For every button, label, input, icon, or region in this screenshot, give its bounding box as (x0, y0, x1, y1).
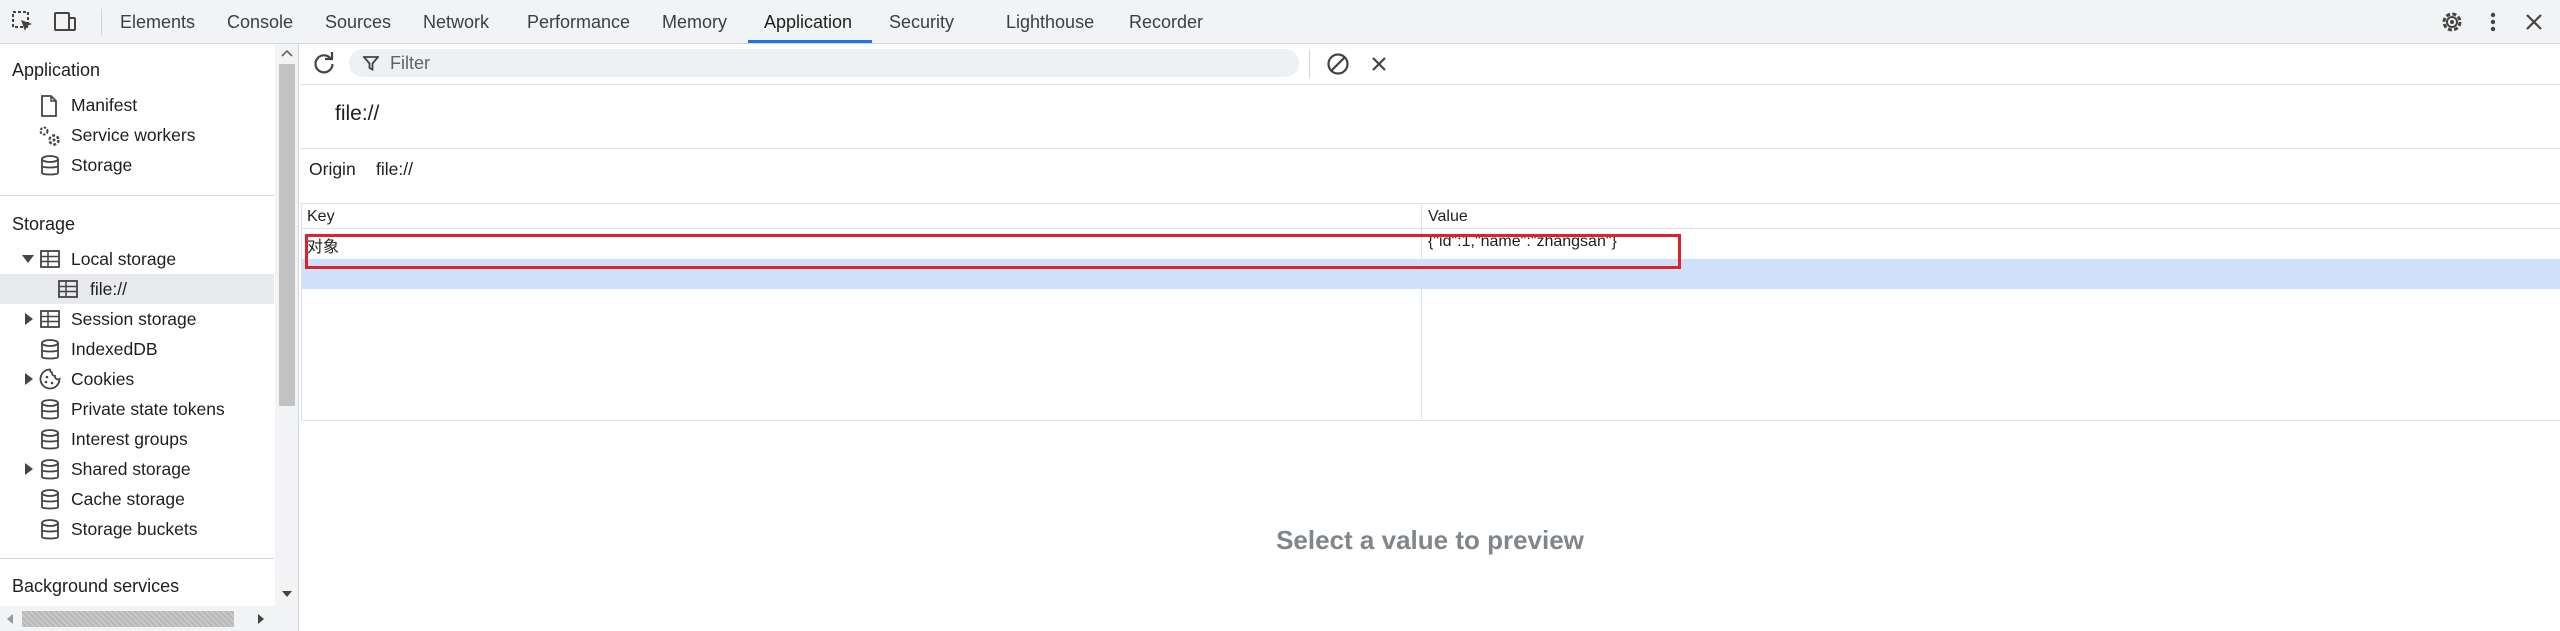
column-header-value[interactable]: Value (1428, 204, 1468, 228)
filter-placeholder: Filter (390, 53, 430, 73)
sidebar-item-label: Cookies (71, 369, 135, 389)
sidebar-item-label: Manifest (71, 95, 138, 115)
tab-performance[interactable]: Performance (527, 0, 630, 43)
tab-memory[interactable]: Memory (662, 0, 727, 43)
scrollbar-thumb[interactable] (22, 611, 234, 627)
scroll-down-icon[interactable] (281, 590, 293, 598)
database-icon (41, 339, 59, 360)
section-header-application: Application (12, 60, 101, 80)
origin-label: Origin (309, 159, 356, 179)
gear-icon[interactable] (2439, 9, 2465, 35)
value-preview-pane: Select a value to preview (300, 421, 2560, 631)
sidebar-horizontal-scrollbar[interactable] (0, 606, 275, 631)
sidebar-item-cache-storage[interactable]: Cache storage (0, 484, 274, 514)
sidebar-item-local-storage[interactable]: Local storage (0, 244, 274, 274)
active-tab-indicator (748, 40, 872, 43)
sidebar-item-label: Cache storage (71, 489, 185, 509)
preview-placeholder: Select a value to preview (1276, 525, 1584, 555)
sidebar-item-manifest[interactable]: Manifest (0, 90, 274, 120)
section-divider (0, 558, 274, 559)
column-header-key[interactable]: Key (307, 204, 335, 228)
expand-arrow-icon[interactable] (25, 463, 33, 475)
local-storage-panel: Filter file:// Origin file:// Key Value … (300, 44, 2560, 631)
section-header-background-services: Background services (12, 576, 180, 596)
sidebar-item-label: file:// (90, 279, 127, 299)
database-icon (41, 519, 59, 540)
table-icon (40, 310, 60, 328)
tab-security[interactable]: Security (889, 0, 954, 43)
tab-lighthouse[interactable]: Lighthouse (1006, 0, 1094, 43)
sidebar-item-indexeddb[interactable]: IndexedDB (0, 334, 274, 364)
service-workers-icon (39, 126, 60, 146)
sidebar-item-local-storage-file[interactable]: file:// (0, 274, 274, 304)
toolbar-separator (1309, 50, 1310, 78)
expand-arrow-icon[interactable] (25, 313, 33, 325)
tab-network[interactable]: Network (423, 0, 489, 43)
tab-sources[interactable]: Sources (325, 0, 391, 43)
sidebar-item-label: Session storage (71, 309, 197, 329)
table-icon (40, 250, 60, 268)
document-icon (41, 95, 57, 117)
sidebar-item-storage-buckets[interactable]: Storage buckets (0, 514, 274, 544)
database-icon (41, 429, 59, 450)
scroll-left-icon[interactable] (6, 613, 14, 625)
filter-input[interactable]: Filter (349, 49, 1299, 77)
section-divider (0, 195, 274, 196)
tab-recorder[interactable]: Recorder (1129, 0, 1203, 43)
expand-arrow-icon[interactable] (22, 255, 34, 263)
sidebar-item-label: Interest groups (71, 429, 188, 449)
inspect-element-icon[interactable] (10, 9, 36, 35)
sidebar-item-label: Private state tokens (71, 399, 225, 419)
divider (300, 148, 2560, 149)
highlight-annotation-box (305, 234, 1681, 269)
sidebar-item-label: Local storage (71, 249, 177, 269)
sidebar-item-private-state-tokens[interactable]: Private state tokens (0, 394, 274, 424)
sidebar-item-shared-storage[interactable]: Shared storage (0, 454, 274, 484)
cookie-icon (39, 368, 61, 390)
sidebar-item-label: Storage (71, 155, 133, 175)
sidebar-item-label: Shared storage (71, 459, 191, 479)
close-icon[interactable] (2521, 9, 2547, 35)
sidebar-item-service-workers[interactable]: Service workers (0, 120, 274, 150)
section-header-storage: Storage (12, 214, 76, 234)
origin-title: file:// (335, 102, 380, 125)
tab-application[interactable]: Application (764, 0, 852, 43)
application-sidebar: Application Manifest Service workers Sto… (0, 44, 299, 631)
more-vertical-icon[interactable] (2480, 9, 2506, 35)
database-icon (41, 459, 59, 480)
sidebar-item-storage[interactable]: Storage (0, 150, 274, 180)
sidebar-item-session-storage[interactable]: Session storage (0, 304, 274, 334)
sidebar-item-label: Service workers (71, 125, 196, 145)
filter-icon (363, 56, 379, 71)
database-icon (41, 399, 59, 420)
toolbar-separator (101, 9, 102, 35)
tab-console[interactable]: Console (227, 0, 293, 43)
scroll-up-icon[interactable] (281, 49, 293, 57)
devtools-toolbar: Elements Console Sources Network Perform… (0, 0, 2560, 44)
expand-arrow-icon[interactable] (25, 373, 33, 385)
tab-elements[interactable]: Elements (120, 0, 195, 43)
database-icon (41, 155, 59, 176)
device-toolbar-icon[interactable] (52, 9, 78, 35)
refresh-icon[interactable] (311, 51, 337, 77)
storage-filter-bar: Filter (300, 44, 2560, 85)
origin-value: file:// (376, 159, 413, 179)
sidebar-item-label: Storage buckets (71, 519, 198, 539)
sidebar-item-interest-groups[interactable]: Interest groups (0, 424, 274, 454)
scroll-right-icon[interactable] (257, 613, 265, 625)
delete-selected-icon[interactable] (1368, 53, 1390, 75)
database-icon (41, 489, 59, 510)
sidebar-item-cookies[interactable]: Cookies (0, 364, 274, 394)
table-icon (58, 280, 78, 298)
clear-all-icon[interactable] (1325, 51, 1351, 77)
scrollbar-thumb[interactable] (279, 64, 295, 406)
sidebar-item-label: IndexedDB (71, 339, 158, 359)
sidebar-vertical-scrollbar[interactable] (275, 44, 298, 631)
